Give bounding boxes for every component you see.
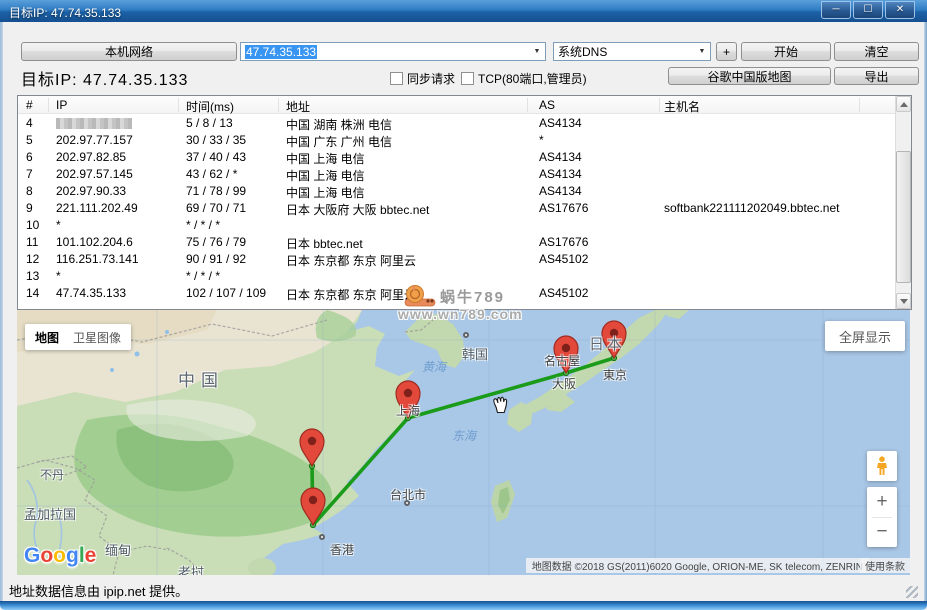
window-border-left <box>0 22 3 601</box>
table-row[interactable]: 7 202.97.57.145 43 / 62 / * 中国 上海 电信 AS4… <box>18 166 895 183</box>
table-row[interactable]: 4 5 / 8 / 13 中国 湖南 株洲 电信 AS4134 <box>18 115 895 132</box>
zoom-in-button[interactable]: + <box>867 487 897 517</box>
chevron-down-icon[interactable]: ▼ <box>694 43 710 60</box>
target-ip-label: 目标IP: 47.74.35.133 <box>21 66 188 90</box>
map-type-control[interactable]: 地图 卫星图像 <box>25 324 131 350</box>
maximize-icon: ☐ <box>864 5 873 15</box>
target-ip-value: 47.74.35.133 <box>245 45 317 59</box>
checkbox-icon[interactable] <box>390 72 403 85</box>
checkbox-icon[interactable] <box>461 72 474 85</box>
close-button[interactable]: ✕ <box>885 1 915 19</box>
table-row[interactable]: 9 221.111.202.49 69 / 70 / 71 日本 大阪府 大阪 … <box>18 200 895 217</box>
close-icon: ✕ <box>896 5 904 15</box>
local-network-button[interactable]: 本机网络 <box>21 42 237 61</box>
start-button[interactable]: 开始 <box>741 42 831 61</box>
marker-osaka <box>554 336 578 373</box>
col-header-hop[interactable]: # <box>26 98 33 112</box>
scroll-down-button[interactable] <box>896 293 911 309</box>
table-row[interactable]: 6 202.97.82.85 37 / 40 / 43 中国 上海 电信 AS4… <box>18 149 895 166</box>
target-ip-input[interactable]: 47.74.35.133 ▼ <box>240 42 546 61</box>
minimize-icon: ─ <box>832 5 839 15</box>
table-row[interactable]: 5 202.97.77.157 30 / 33 / 35 中国 广东 广州 电信… <box>18 132 895 149</box>
status-text: 地址数据信息由 ipip.net 提供。 <box>9 581 188 600</box>
table-scrollbar[interactable] <box>895 96 911 309</box>
col-header-addr[interactable]: 地址 <box>286 98 310 115</box>
city-dot-hongkong <box>319 534 325 540</box>
table-row[interactable]: 10 * * / * / * <box>18 217 895 234</box>
table-row[interactable]: 8 202.97.90.33 71 / 78 / 99 中国 上海 电信 AS4… <box>18 183 895 200</box>
window-border-bottom <box>0 601 927 610</box>
table-row[interactable]: 11 101.102.204.6 75 / 76 / 79 日本 bbtec.n… <box>18 234 895 251</box>
chevron-down-icon[interactable]: ▼ <box>529 43 545 60</box>
dns-select[interactable]: 系统DNS ▼ <box>553 42 711 61</box>
minimize-button[interactable]: ─ <box>821 1 851 19</box>
add-button[interactable]: + <box>716 42 737 61</box>
table-body: 4 5 / 8 / 13 中国 湖南 株洲 电信 AS4134 5 202.97… <box>18 115 895 309</box>
scroll-up-button[interactable] <box>896 96 911 112</box>
resize-grip[interactable] <box>906 586 918 598</box>
map-graphics <box>17 310 910 575</box>
map-canvas[interactable]: 中国 韩国 黄海 东海 日本 名古屋 大阪 東京 上海 台北市 香港 不丹 孟加… <box>17 310 910 575</box>
col-header-ip[interactable]: IP <box>56 98 67 112</box>
trace-results-table: # IP 时间(ms) 地址 AS 主机名 4 5 / 8 / 13 中国 湖南… <box>17 95 912 310</box>
map-attribution: 地图数据 ©2018 GS(2011)6020 Google, ORION-ME… <box>526 558 869 573</box>
export-button[interactable]: 导出 <box>834 67 919 85</box>
snail-icon <box>403 284 437 308</box>
clear-button[interactable]: 清空 <box>834 42 919 61</box>
dns-select-value: 系统DNS <box>554 43 694 60</box>
arrow-down-icon <box>900 299 908 304</box>
sync-request-checkbox[interactable]: 同步请求 <box>390 70 455 87</box>
col-header-time[interactable]: 时间(ms) <box>186 98 234 115</box>
terms-of-use-link[interactable]: 使用条款 <box>860 558 910 573</box>
city-dot-seoul <box>463 332 469 338</box>
zoom-control[interactable]: + − <box>867 487 897 547</box>
maximize-button[interactable]: ☐ <box>853 1 883 19</box>
watermark-text: 蜗牛789 <box>440 286 505 307</box>
table-row[interactable]: 12 116.251.73.141 90 / 91 / 92 日本 东京都 东京… <box>18 251 895 268</box>
pegman-button[interactable] <box>867 451 897 481</box>
tcp-checkbox[interactable]: TCP(80端口,管理员) <box>461 70 587 87</box>
table-header: # IP 时间(ms) 地址 AS 主机名 <box>18 96 895 114</box>
fullscreen-button[interactable]: 全屏显示 <box>825 321 905 351</box>
google-china-map-button[interactable]: 谷歌中国版地图 <box>668 67 831 85</box>
google-logo[interactable]: Google <box>24 544 96 568</box>
map-type-satellite[interactable]: 卫星图像 <box>73 329 121 346</box>
scrollbar-thumb[interactable] <box>896 151 911 283</box>
hand-cursor-icon <box>494 397 507 412</box>
status-bar: 地址数据信息由 ipip.net 提供。 <box>3 575 924 601</box>
col-header-as[interactable]: AS <box>539 98 555 112</box>
window-title: 目标IP: 47.74.35.133 <box>9 4 121 21</box>
city-dot-taipei <box>404 500 410 506</box>
pegman-icon <box>875 456 889 476</box>
censored-ip <box>56 118 132 129</box>
zoom-out-button[interactable]: − <box>867 518 897 548</box>
arrow-up-icon <box>900 102 908 107</box>
watermark-url: www.wn789.com <box>398 306 523 322</box>
map-type-map[interactable]: 地图 <box>35 329 59 346</box>
title-bar: 目标IP: 47.74.35.133 ─ ☐ ✕ <box>0 0 927 22</box>
col-header-host[interactable]: 主机名 <box>664 98 700 115</box>
table-row[interactable]: 13 * * / * / * <box>18 268 895 285</box>
